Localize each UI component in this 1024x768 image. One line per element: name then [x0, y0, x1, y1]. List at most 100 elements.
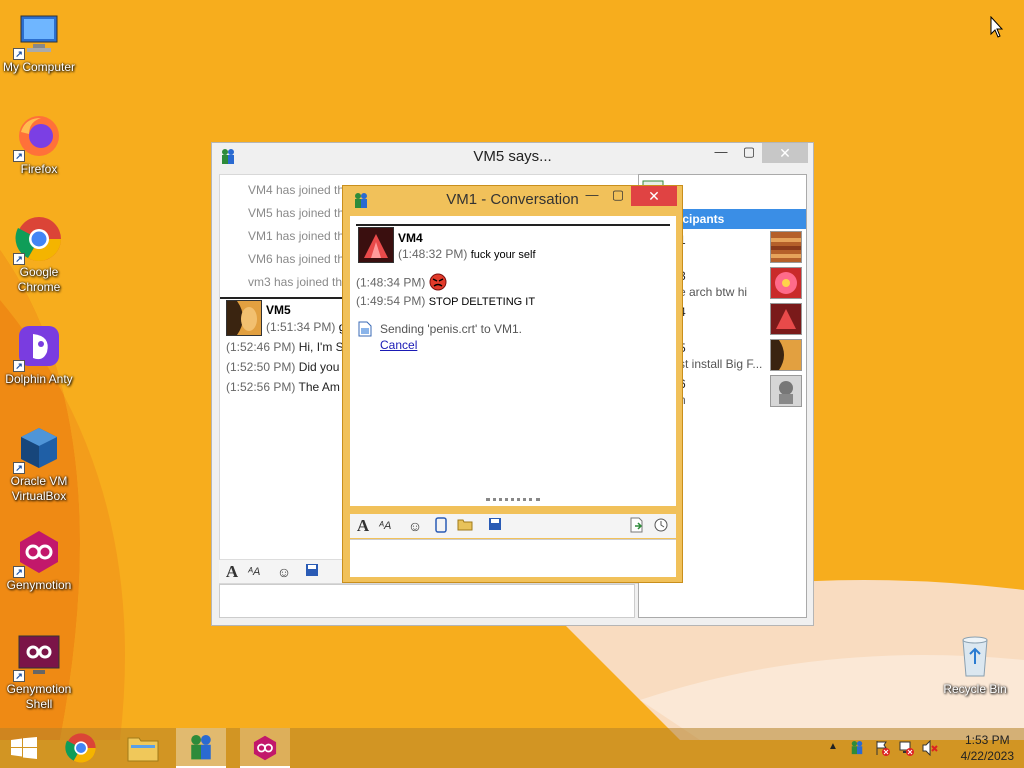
- divider: [356, 224, 670, 226]
- angry-emoticon-icon: [429, 273, 447, 294]
- genymotion-icon: [253, 735, 277, 761]
- vm1-format-toolbar: A ᴬA ☺: [350, 514, 676, 538]
- desktop-icon-genymotion-shell[interactable]: ↗ Genymotion Shell: [0, 632, 78, 712]
- save-icon[interactable]: [486, 517, 504, 535]
- desktop-icon-label: Recycle Bin: [943, 682, 1007, 696]
- desktop-icon-label: Genymotion: [6, 578, 72, 592]
- participant-status: st install Big F...: [679, 357, 763, 371]
- nudge-icon[interactable]: [432, 517, 450, 535]
- maximize-button[interactable]: ▢: [603, 186, 633, 206]
- vm5-message-input[interactable]: [219, 584, 635, 618]
- font-style-icon[interactable]: ᴬA: [376, 517, 394, 535]
- sender-line: (1:51:34 PM) g: [266, 320, 345, 334]
- genymotion-shell-icon: ↗: [13, 632, 63, 682]
- show-hidden-icons-button[interactable]: ▲: [828, 741, 838, 752]
- desktop-icon-my-computer[interactable]: ↗ My Computer: [0, 10, 78, 75]
- cancel-transfer-link[interactable]: Cancel: [380, 338, 417, 352]
- desktop-icon-firefox[interactable]: ↗ Firefox: [0, 112, 78, 177]
- join-notice: VM5 has joined th: [248, 206, 345, 220]
- window-title-bar[interactable]: VM1 - Conversation — ▢ ✕: [343, 186, 682, 214]
- chrome-icon: [65, 733, 96, 763]
- message-line: (1:52:46 PM) Hi, I'm S: [226, 340, 344, 354]
- history-icon[interactable]: [652, 517, 670, 535]
- avatar: [358, 227, 394, 263]
- join-notice: vm3 has joined th: [248, 275, 343, 289]
- chrome-icon: ↗: [13, 215, 63, 265]
- desktop-icon-recycle-bin[interactable]: Recycle Bin: [936, 632, 1014, 697]
- font-icon[interactable]: A: [223, 563, 241, 581]
- desktop-icon-label: Firefox: [20, 162, 58, 176]
- close-button[interactable]: ✕: [631, 186, 677, 206]
- message-time: (1:51:34 PM): [266, 320, 336, 334]
- message-time: (1:48:34 PM): [356, 275, 426, 290]
- join-notice: VM6 has joined th: [248, 252, 345, 266]
- desktop-icon-virtualbox[interactable]: ↗ Oracle VM VirtualBox: [0, 424, 78, 504]
- taskbar-chrome[interactable]: [56, 728, 106, 768]
- avatar: [226, 300, 262, 336]
- message-text: STOP DELTETING IT: [428, 296, 536, 308]
- sender-name: VM4: [398, 231, 423, 245]
- vm1-message-history[interactable]: VM4 (1:48:32 PM) fuck your self (1:48:34…: [350, 216, 676, 506]
- action-center-flag-icon[interactable]: [874, 740, 890, 759]
- recycle-bin-icon: [951, 632, 999, 680]
- taskbar: ▲ 1:53 PM 4/22/2023: [0, 728, 1024, 768]
- folder-icon[interactable]: [456, 517, 474, 535]
- message-line: (1:52:50 PM) Did you: [226, 360, 339, 374]
- genymotion-icon: ↗: [13, 528, 63, 578]
- message-time: (1:49:54 PM): [356, 294, 426, 308]
- mouse-cursor-icon: [990, 16, 1004, 38]
- emoticon-icon[interactable]: ☺: [406, 517, 424, 535]
- avatar: [770, 375, 802, 407]
- folder-icon: [127, 737, 159, 762]
- taskbar-genymotion[interactable]: [240, 728, 290, 768]
- desktop-icon-label: Genymotion Shell: [6, 682, 72, 711]
- join-notice: VM4 has joined th: [248, 183, 345, 197]
- avatar: [770, 231, 802, 263]
- message-time: (1:52:50 PM): [226, 360, 296, 374]
- file-transfer-icon: [358, 321, 372, 340]
- message-line: (1:52:56 PM) The Am: [226, 380, 340, 394]
- save-icon[interactable]: [303, 563, 321, 581]
- messenger-icon: [220, 148, 236, 176]
- message-text: fuck your self: [470, 249, 536, 261]
- vm1-conversation-window[interactable]: VM1 - Conversation — ▢ ✕ VM4 (1:48:32 PM…: [342, 185, 683, 583]
- file-transfer-status: Sending 'penis.crt' to VM1.: [380, 322, 522, 336]
- message-text: The Am: [298, 380, 340, 394]
- avatar: [770, 339, 802, 371]
- send-file-icon[interactable]: [628, 517, 646, 535]
- desktop-icon-google-chrome[interactable]: ↗ Google Chrome: [0, 215, 78, 295]
- taskbar-file-explorer[interactable]: [118, 728, 168, 768]
- minimize-button[interactable]: —: [706, 143, 736, 163]
- taskbar-messenger[interactable]: [176, 728, 226, 768]
- participant-status: e arch btw hi: [679, 285, 748, 299]
- dolphin-anty-icon: ↗: [13, 322, 63, 372]
- avatar: [770, 303, 802, 335]
- join-notice: VM1 has joined th: [248, 229, 345, 243]
- desktop-icon-dolphin-anty[interactable]: ↗ Dolphin Anty: [0, 322, 78, 387]
- windows-logo-icon: [11, 737, 37, 759]
- window-title-bar[interactable]: VM5 says... — ▢ ✕: [212, 143, 813, 171]
- font-style-icon[interactable]: ᴬA: [245, 563, 263, 581]
- sender-name: VM5: [266, 303, 291, 317]
- message-time: (1:52:56 PM): [226, 380, 296, 394]
- resize-handle[interactable]: [486, 498, 540, 502]
- maximize-button[interactable]: ▢: [734, 143, 764, 163]
- desktop-icon-label: Google Chrome: [17, 265, 61, 294]
- system-clock[interactable]: 1:53 PM 4/22/2023: [961, 732, 1014, 764]
- close-button[interactable]: ✕: [762, 143, 808, 163]
- messenger-tray-icon[interactable]: [850, 740, 864, 759]
- network-icon[interactable]: [898, 740, 914, 759]
- firefox-icon: ↗: [13, 112, 63, 162]
- volume-muted-icon[interactable]: [922, 739, 938, 759]
- message-line: (1:48:34 PM): [356, 273, 447, 294]
- start-button[interactable]: [0, 728, 48, 768]
- message-line: (1:48:32 PM) fuck your self: [398, 247, 536, 261]
- message-text: Did you: [298, 360, 340, 374]
- vm1-message-input[interactable]: [350, 539, 676, 577]
- emoticon-icon[interactable]: ☺: [275, 563, 293, 581]
- font-icon[interactable]: A: [354, 517, 372, 535]
- message-line: (1:49:54 PM) STOP DELTETING IT: [356, 294, 535, 308]
- message-time: (1:52:46 PM): [226, 340, 296, 354]
- window-title: VM1 - Conversation: [446, 191, 579, 208]
- desktop-icon-genymotion[interactable]: ↗ Genymotion: [0, 528, 78, 593]
